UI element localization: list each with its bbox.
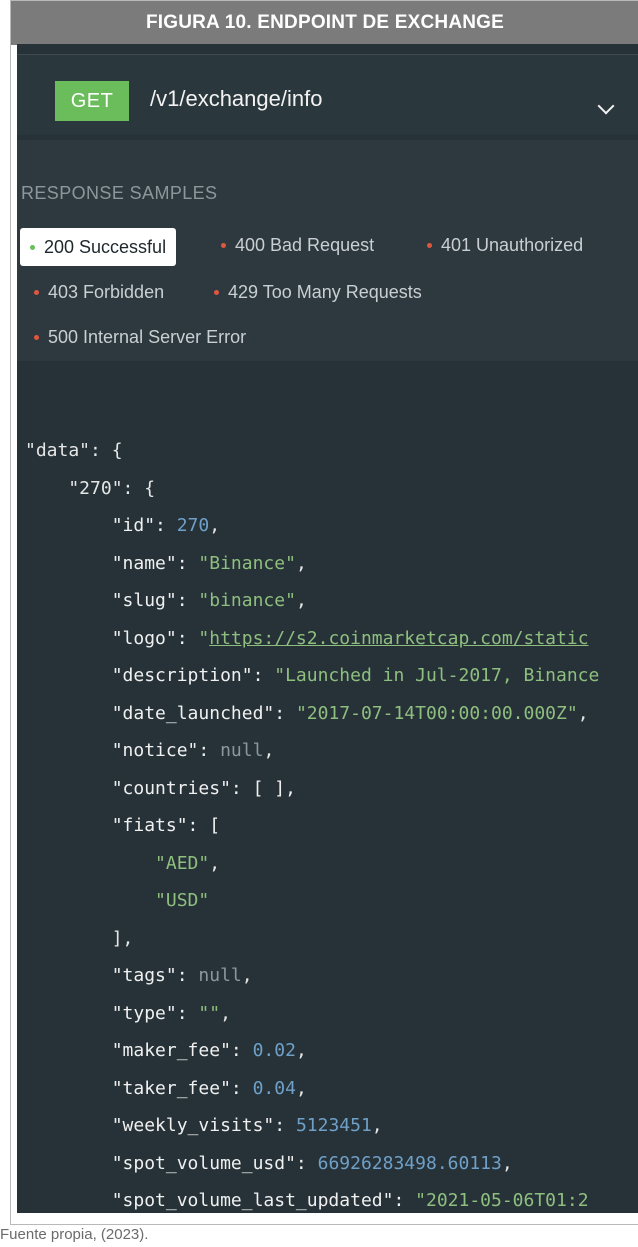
- logo-url-link[interactable]: https://s2.coinmarketcap.com/static: [209, 628, 588, 649]
- status-dot-icon: [214, 290, 219, 295]
- tab-400-bad-request[interactable]: 400 Bad Request: [221, 235, 374, 256]
- endpoint-path: /v1/exchange/info: [150, 86, 323, 111]
- tab-label: 401 Unauthorized: [441, 235, 584, 255]
- tab-401-unauthorized[interactable]: 401 Unauthorized: [427, 235, 583, 256]
- tab-200-successful[interactable]: 200 Successful: [20, 228, 177, 266]
- tab-403-forbidden[interactable]: 403 Forbidden: [34, 282, 164, 303]
- chevron-down-icon[interactable]: [597, 97, 615, 115]
- code-line: "logo": "https://s2.coinmarketcap.com/st…: [25, 627, 589, 649]
- code-line: "data": {: [25, 440, 123, 461]
- tab-label: 200 Successful: [44, 236, 167, 257]
- tab-label: 500 Internal Server Error: [48, 327, 247, 347]
- figure-title: FIGURA 10. ENDPOINT DE EXCHANGE: [11, 1, 638, 45]
- code-line: "spot_volume_usd": 66926283498.60113,: [25, 1152, 513, 1174]
- code-line: "taker_fee": 0.04,: [25, 1077, 307, 1099]
- status-dot-icon: [30, 244, 35, 250]
- tab-label: 403 Forbidden: [48, 282, 165, 302]
- status-dot-icon: [34, 335, 39, 340]
- code-line: "countries": [ ],: [25, 777, 296, 799]
- code-line: "description": "Launched in Jul-2017, Bi…: [25, 665, 600, 686]
- tab-500-internal-server-error[interactable]: 500 Internal Server Error: [34, 327, 246, 348]
- code-line: "date_launched": "2017-07-14T00:00:00.00…: [25, 702, 589, 724]
- response-samples-heading: RESPONSE SAMPLES: [21, 183, 218, 203]
- code-line: "USD": [155, 890, 210, 911]
- code-line: "weekly_visits": 5123451,: [25, 1115, 383, 1136]
- tab-429-too-many-requests[interactable]: 429 Too Many Requests: [214, 282, 422, 303]
- code-line: "tags": null,: [25, 965, 253, 986]
- code-line: "maker_fee": 0.02,: [25, 1040, 307, 1061]
- figure-caption: Fuente propia, (2023).: [0, 1226, 149, 1243]
- response-json-code: "data": { "270": { "id": 270, "name": "B…: [25, 432, 599, 1213]
- http-method-badge: GET: [55, 81, 129, 121]
- status-dot-icon: [34, 290, 39, 295]
- code-line: "270": {: [25, 477, 156, 499]
- code-line: "id": 270,: [25, 515, 221, 536]
- code-line: "spot_volume_last_updated": "2021-05-06T…: [25, 1190, 589, 1211]
- tab-label: 400 Bad Request: [235, 235, 375, 255]
- code-line: "AED",: [155, 852, 221, 874]
- code-line: "notice": null,: [25, 740, 275, 761]
- code-line: ],: [25, 927, 134, 949]
- tab-label: 429 Too Many Requests: [228, 282, 422, 302]
- code-line: "slug": "binance",: [25, 590, 307, 611]
- status-dot-icon: [221, 243, 226, 248]
- response-samples-section: RESPONSE SAMPLES 200 Successful 400 Bad …: [17, 140, 638, 361]
- endpoint-header[interactable]: GET /v1/exchange/info: [17, 54, 638, 135]
- status-dot-icon: [427, 243, 432, 248]
- code-line: "name": "Binance",: [25, 552, 307, 574]
- code-line: "fiats": [: [25, 815, 221, 836]
- code-line: "type": "",: [25, 1002, 231, 1024]
- api-endpoint-panel: GET /v1/exchange/info RESPONSE SAMPLES 2…: [17, 44, 638, 1213]
